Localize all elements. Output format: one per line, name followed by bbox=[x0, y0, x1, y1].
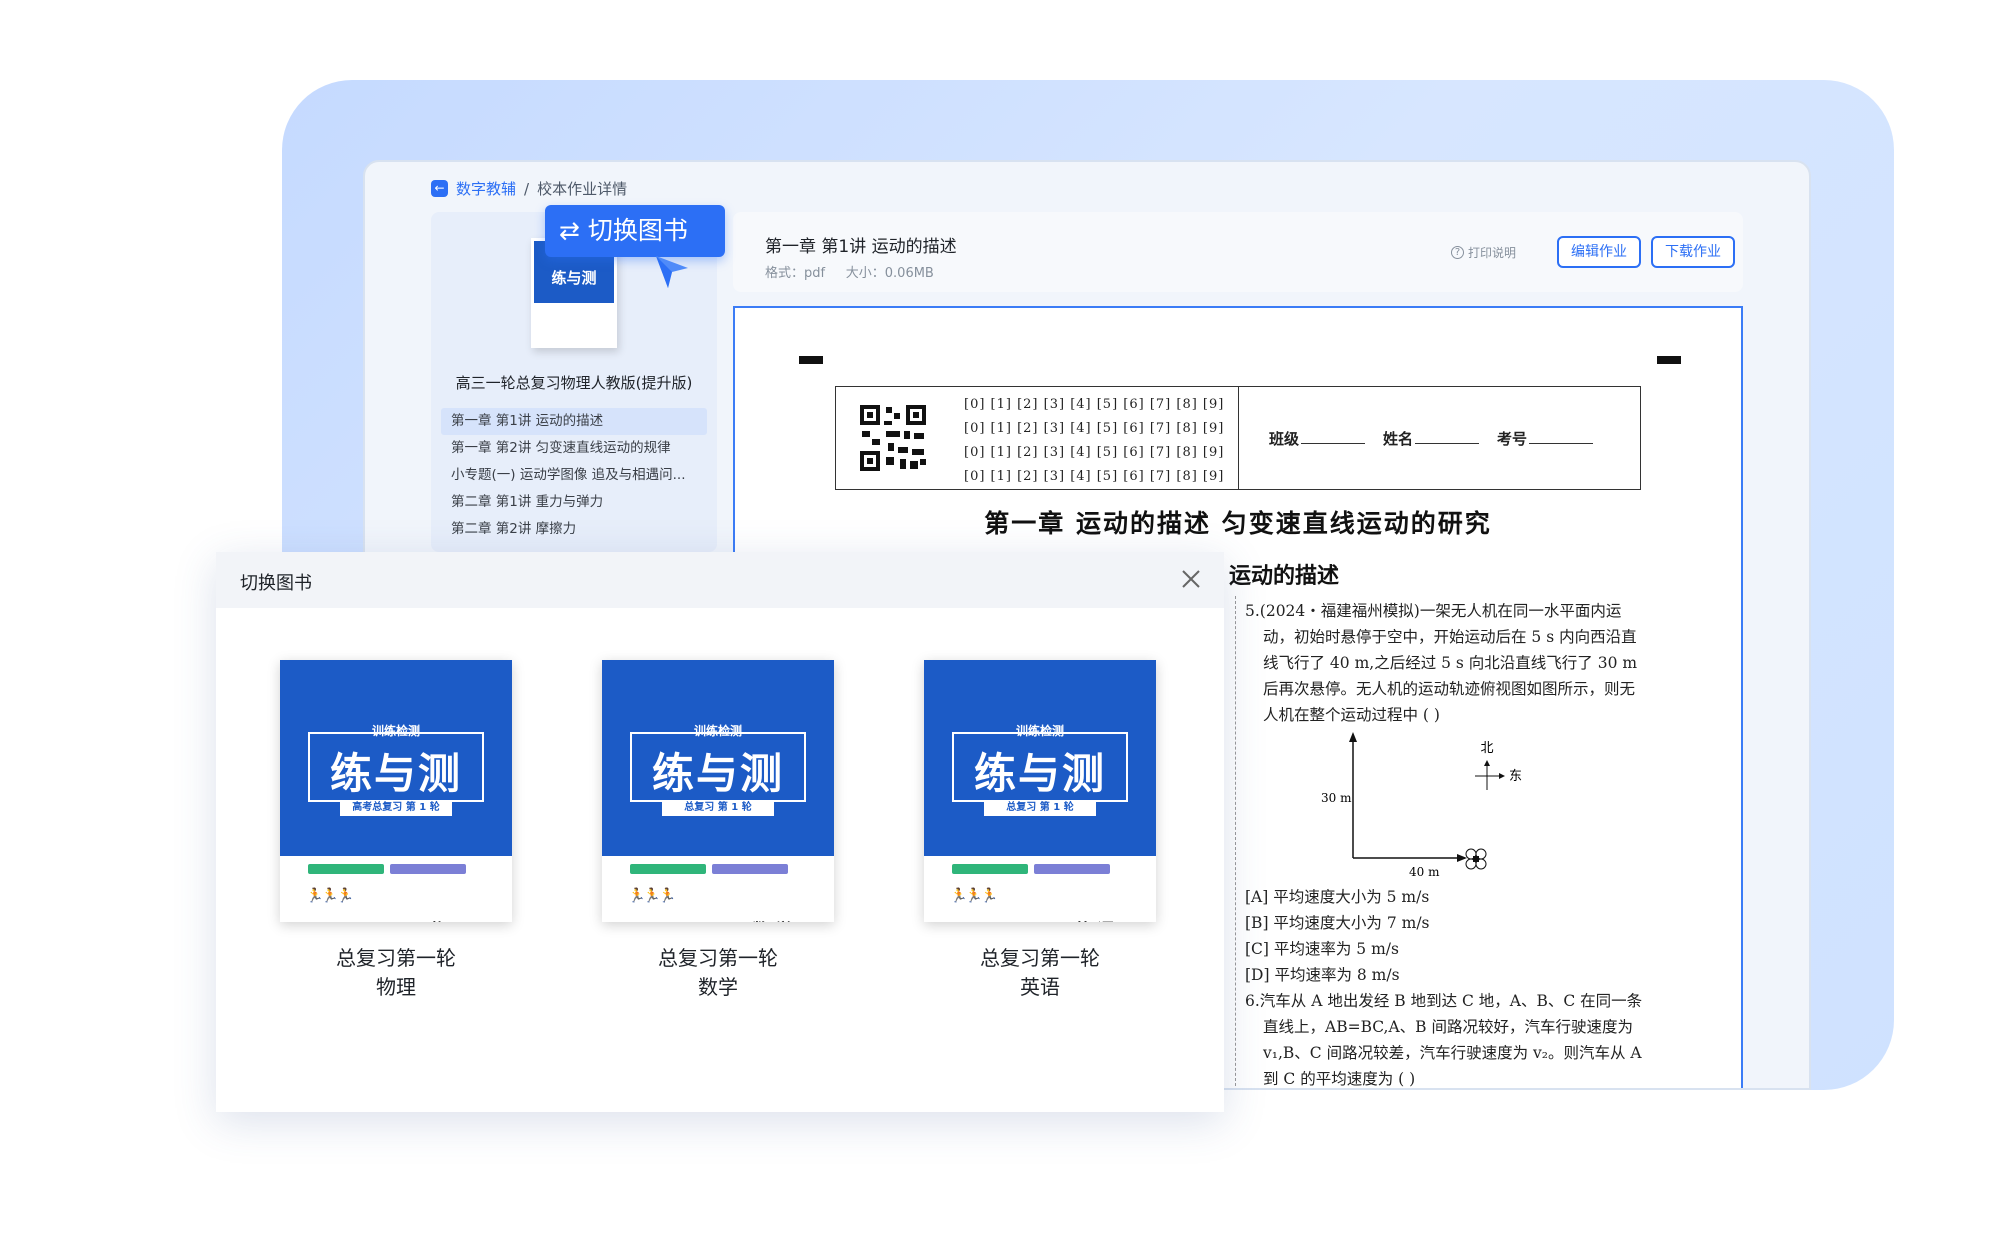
question-circle-icon: ? bbox=[1451, 246, 1464, 259]
breadcrumb-root-link[interactable]: 数字教辅 bbox=[456, 178, 516, 199]
chapter-list: 第一章 第1讲 运动的描述 第一章 第2讲 匀变速直线运动的规律 小专题(一) … bbox=[441, 408, 707, 543]
book-cover[interactable]: 训练检测 练与测 总复习 第 1 轮 🏃🏃🏃 英语 bbox=[924, 660, 1156, 922]
book-label: 总复习第一轮 英语 bbox=[980, 946, 1100, 999]
cover-tag: 训练检测 bbox=[1015, 724, 1064, 738]
question-6: 6.汽车从 A 地出发经 B 地到达 C 地，A、B、C 在同一条直线上，AB=… bbox=[1245, 992, 1643, 1088]
runners-icon: 🏃🏃🏃 bbox=[306, 888, 354, 904]
runners-icon: 🏃🏃🏃 bbox=[628, 888, 676, 904]
cover-subject: 数学 bbox=[752, 916, 798, 922]
registration-mark bbox=[1657, 356, 1681, 364]
document-title: 第一章 第1讲 运动的描述 bbox=[765, 237, 957, 257]
student-id-cell: [0] [1] [2] [3] [4] [5] [6] [7] [8] [9] … bbox=[836, 387, 1239, 489]
digit-row: [0] [1] [2] [3] [4] [5] [6] [7] [8] [9] bbox=[964, 421, 1225, 436]
class-label: 班级 bbox=[1269, 429, 1300, 448]
chapter-item[interactable]: 第一章 第1讲 运动的描述 bbox=[441, 408, 707, 435]
modal-header: 切换图书 bbox=[216, 552, 1224, 608]
download-homework-button[interactable]: 下载作业 bbox=[1651, 236, 1735, 268]
back-arrow-icon[interactable]: ← bbox=[431, 180, 448, 197]
switch-book-label: 切换图书 bbox=[587, 216, 688, 245]
qr-code-icon bbox=[858, 403, 928, 473]
breadcrumb-current: 校本作业详情 bbox=[537, 180, 628, 198]
cover-title: 练与测 bbox=[651, 749, 784, 798]
cover-subtitle: 总复习 第 1 轮 bbox=[984, 800, 1096, 816]
chapter-item[interactable]: 第二章 第1讲 重力与弹力 bbox=[441, 489, 707, 516]
option-b: [B] 平均速度大小为 7 m/s bbox=[1245, 914, 1430, 932]
print-help-label: 打印说明 bbox=[1468, 246, 1517, 260]
screenshot-stage: ← 数字教辅 / 校本作业详情 练与测 高三一轮总复习物理人教版(提升版) 第一… bbox=[0, 0, 2000, 1260]
chapter-item[interactable]: 第二章 第2讲 摩擦力 bbox=[441, 516, 707, 543]
section-heading: 运动的描述 bbox=[1229, 563, 1340, 589]
option-d: [D] 平均速率为 8 m/s bbox=[1245, 966, 1400, 984]
digit-row: [0] [1] [2] [3] [4] [5] [6] [7] [8] [9] bbox=[964, 445, 1225, 460]
switch-book-modal: 切换图书 训练检测 练与测 高考总复习 第 1 轮 🏃🏃🏃 物理 bbox=[216, 552, 1224, 1112]
document-size: 大小：0.06MB bbox=[845, 266, 934, 281]
cover-tag: 训练检测 bbox=[693, 724, 742, 738]
student-info-cell: 班级 姓名 考号 bbox=[1239, 387, 1640, 489]
book-label: 总复习第一轮 数学 bbox=[658, 946, 778, 999]
trajectory-diagram: 北 东 30 m 40 m bbox=[1321, 732, 1522, 878]
option-c: [C] 平均速率为 5 m/s bbox=[1245, 940, 1399, 958]
book-cover[interactable]: 训练检测 练与测 总复习 第 1 轮 🏃🏃🏃 数学 bbox=[602, 660, 834, 922]
cover-title: 练与测 bbox=[973, 749, 1106, 798]
registration-mark bbox=[799, 356, 823, 364]
question-5: 5.(2024・福建福州模拟)一架无人机在同一水平面内运动，初始时悬停于空中，开… bbox=[1245, 602, 1638, 724]
digit-row: [0] [1] [2] [3] [4] [5] [6] [7] [8] [9] bbox=[964, 469, 1225, 484]
chapter-item[interactable]: 小专题(一) 运动学图像 追及与相遇问... bbox=[441, 462, 707, 489]
pointer-cursor-icon bbox=[656, 256, 688, 288]
cover-subject: 物理 bbox=[430, 916, 476, 922]
cover-tag: 训练检测 bbox=[371, 724, 420, 738]
chapter-heading: 第一章 运动的描述 匀变速直线运动的研究 bbox=[984, 509, 1492, 538]
breadcrumb: ← 数字教辅 / 校本作业详情 bbox=[431, 178, 627, 199]
cover-title: 练与测 bbox=[329, 749, 462, 798]
switch-book-badge[interactable]: ⇄ 切换图书 bbox=[545, 205, 725, 257]
document-meta: 格式：pdf 大小：0.06MB bbox=[765, 262, 934, 281]
book-cover[interactable]: 训练检测 练与测 高考总复习 第 1 轮 🏃🏃🏃 物理 bbox=[280, 660, 512, 922]
cover-subtitle: 总复习 第 1 轮 bbox=[662, 800, 774, 816]
close-icon[interactable] bbox=[1180, 568, 1202, 590]
breadcrumb-separator: / bbox=[524, 179, 530, 198]
print-help-link[interactable]: ? 打印说明 bbox=[1451, 244, 1516, 261]
edit-homework-button[interactable]: 编辑作业 bbox=[1557, 236, 1641, 268]
exam-number-label: 考号 bbox=[1497, 429, 1528, 448]
y-distance-label: 30 m bbox=[1321, 791, 1352, 805]
cover-subject: 英语 bbox=[1074, 916, 1120, 922]
book-label: 总复习第一轮 物理 bbox=[336, 946, 456, 999]
drone-icon bbox=[1465, 848, 1487, 870]
mini-cover-bottom bbox=[534, 303, 614, 345]
north-label: 北 bbox=[1480, 741, 1493, 756]
book-card-physics[interactable]: 训练检测 练与测 高考总复习 第 1 轮 🏃🏃🏃 物理 总复习第一轮 物理 bbox=[280, 660, 512, 1002]
answer-header-table: [0] [1] [2] [3] [4] [5] [6] [7] [8] [9] … bbox=[835, 386, 1641, 490]
digit-grid: [0] [1] [2] [3] [4] [5] [6] [7] [8] [9] … bbox=[964, 393, 1224, 489]
swap-icon: ⇄ bbox=[559, 216, 580, 245]
x-distance-label: 40 m bbox=[1409, 865, 1440, 878]
book-title: 高三一轮总复习物理人教版(提升版) bbox=[455, 374, 693, 392]
runners-icon: 🏃🏃🏃 bbox=[950, 888, 998, 904]
column-divider bbox=[1235, 596, 1236, 1088]
east-label: 东 bbox=[1509, 769, 1522, 784]
book-list: 训练检测 练与测 高考总复习 第 1 轮 🏃🏃🏃 物理 总复习第一轮 物理 bbox=[280, 660, 1156, 1002]
document-format: 格式：pdf bbox=[765, 266, 826, 281]
book-card-english[interactable]: 训练检测 练与测 总复习 第 1 轮 🏃🏃🏃 英语 总复习第一轮 英语 bbox=[924, 660, 1156, 1002]
modal-title: 切换图书 bbox=[240, 573, 312, 594]
mini-cover-title: 练与测 bbox=[551, 269, 597, 287]
digit-row: [0] [1] [2] [3] [4] [5] [6] [7] [8] [9] bbox=[964, 397, 1225, 412]
book-card-math[interactable]: 训练检测 练与测 总复习 第 1 轮 🏃🏃🏃 数学 总复习第一轮 数学 bbox=[602, 660, 834, 1002]
cover-subtitle: 高考总复习 第 1 轮 bbox=[340, 800, 452, 816]
name-label: 姓名 bbox=[1383, 429, 1414, 448]
chapter-item[interactable]: 第一章 第2讲 匀变速直线运动的规律 bbox=[441, 435, 707, 462]
document-header: 第一章 第1讲 运动的描述 格式：pdf 大小：0.06MB ? 打印说明 编辑… bbox=[733, 212, 1743, 292]
option-a: [A] 平均速度大小为 5 m/s bbox=[1245, 888, 1430, 906]
